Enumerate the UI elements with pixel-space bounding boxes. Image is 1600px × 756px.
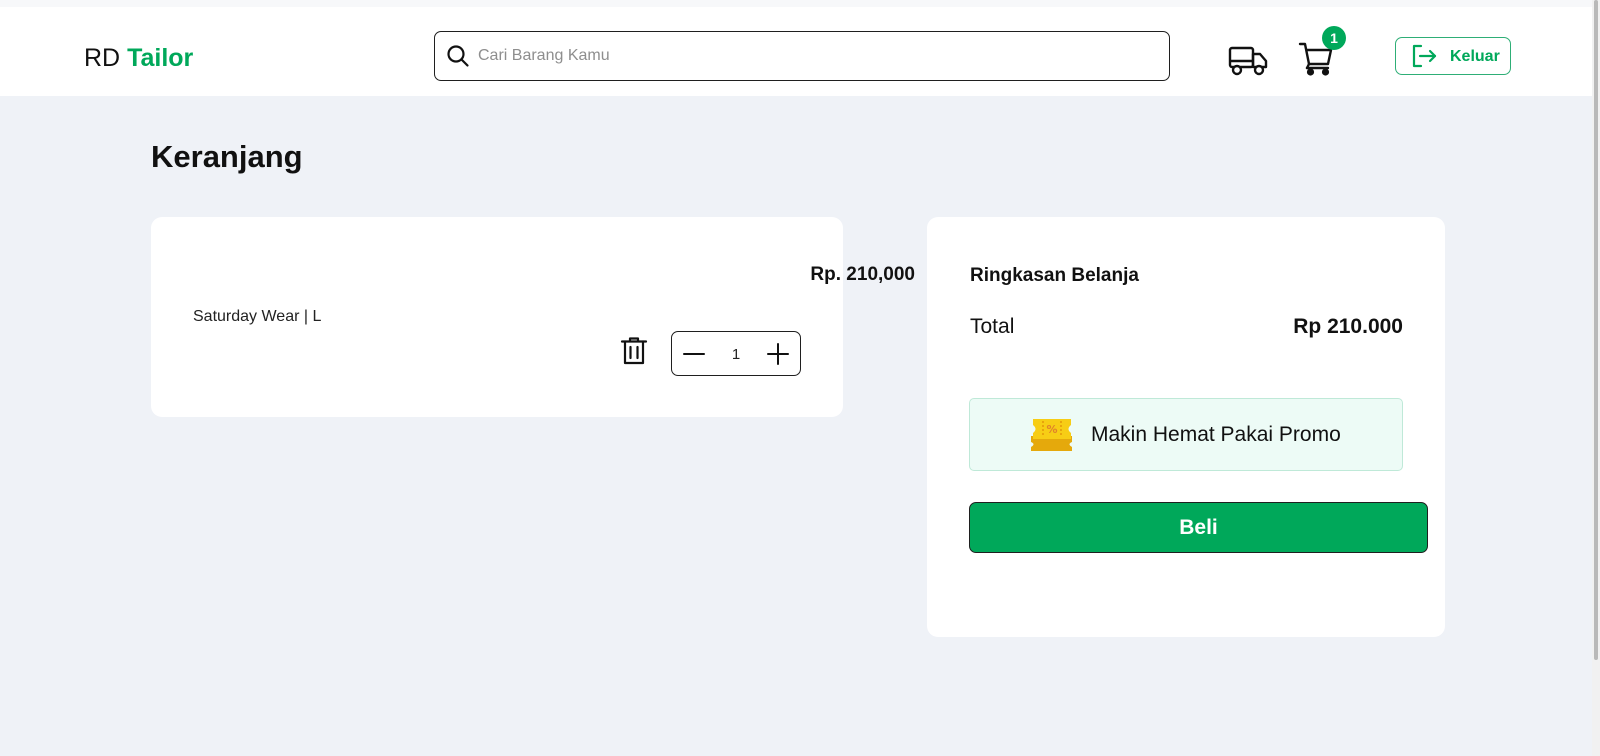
promo-button[interactable]: % Makin Hemat Pakai Promo xyxy=(969,398,1403,471)
browser-top-strip xyxy=(0,0,1600,7)
search-bar xyxy=(434,31,1170,81)
summary-title: Ringkasan Belanja xyxy=(970,265,1139,286)
cart-count-badge: 1 xyxy=(1322,26,1346,50)
brand-prefix: RD xyxy=(84,44,121,72)
cart-item-card: Rp. 210,000 Saturday Wear | L xyxy=(151,217,915,417)
truck-icon[interactable] xyxy=(1228,43,1268,77)
search-icon[interactable] xyxy=(446,44,470,68)
trash-icon[interactable] xyxy=(619,336,649,366)
quantity-input[interactable] xyxy=(717,343,755,365)
promo-label: Makin Hemat Pakai Promo xyxy=(1091,423,1341,446)
item-name: Saturday Wear | L xyxy=(193,308,322,325)
quantity-stepper xyxy=(671,331,801,376)
logout-icon xyxy=(1412,44,1437,68)
total-value: Rp 210.000 xyxy=(1293,315,1403,338)
brand-accent: Tailor xyxy=(127,44,194,72)
buy-button[interactable]: Beli xyxy=(969,502,1428,553)
svg-text:%: % xyxy=(1046,423,1057,436)
item-price: Rp. 210,000 xyxy=(810,264,915,285)
page-title: Keranjang xyxy=(151,139,303,174)
navbar: RD Tailor 1 Keluar xyxy=(0,7,1600,96)
search-input[interactable] xyxy=(478,40,1148,72)
total-label: Total xyxy=(970,315,1015,338)
promo-ticket-icon: % xyxy=(1031,419,1072,451)
plus-icon[interactable] xyxy=(766,342,790,366)
summary-card: Ringkasan Belanja Total Rp 210.000 % Mak… xyxy=(927,217,1445,637)
logout-label: Keluar xyxy=(1450,48,1500,65)
logout-button[interactable]: Keluar xyxy=(1395,37,1511,75)
minus-icon[interactable] xyxy=(682,342,706,366)
brand-logo[interactable]: RD Tailor xyxy=(84,44,193,73)
scrollbar-thumb[interactable] xyxy=(1594,0,1598,660)
